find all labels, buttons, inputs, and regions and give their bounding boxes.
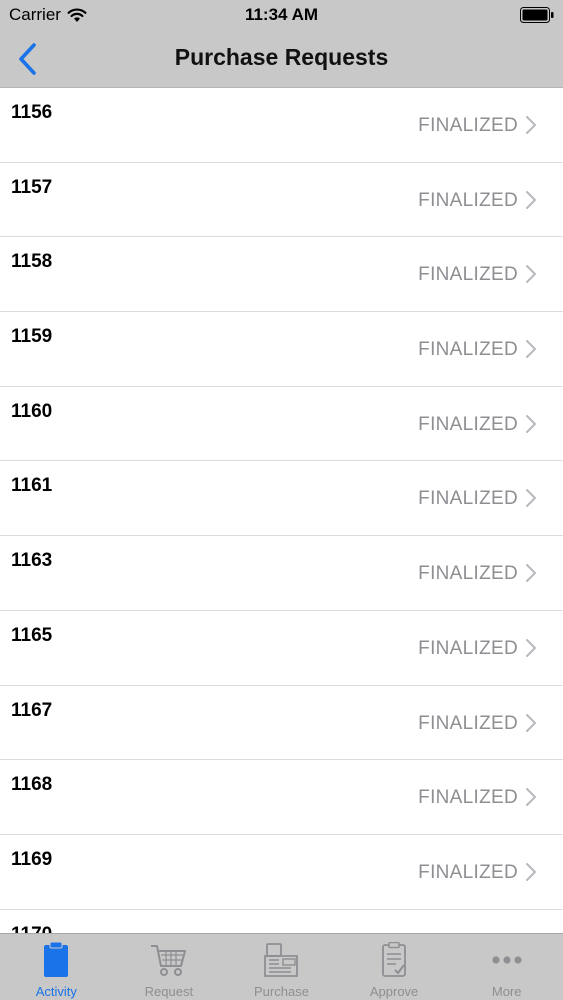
status-label: FINALIZED bbox=[418, 712, 518, 734]
tab-activity[interactable]: Activity bbox=[0, 934, 113, 1000]
chevron-right-icon bbox=[526, 190, 536, 209]
navigation-bar: Purchase Requests bbox=[0, 30, 563, 88]
tab-more[interactable]: More bbox=[450, 934, 563, 1000]
request-number: 1157 bbox=[11, 176, 53, 198]
checklist-icon bbox=[382, 942, 406, 977]
tab-purchase[interactable]: Purchase bbox=[225, 934, 338, 1000]
list-item[interactable]: 1161 FINALIZED bbox=[0, 461, 563, 537]
status-label: FINALIZED bbox=[418, 413, 518, 435]
chevron-right-icon bbox=[526, 862, 536, 881]
request-number: 1159 bbox=[11, 326, 53, 348]
chevron-right-icon bbox=[526, 564, 536, 583]
tab-label: Approve bbox=[369, 984, 419, 999]
clipboard-icon bbox=[44, 942, 69, 977]
purchase-request-list[interactable]: 1156 FINALIZED 1157 FINALIZED 1158 FINALIZED 1… bbox=[0, 88, 563, 933]
request-number: 1165 bbox=[11, 624, 53, 646]
chevron-right-icon bbox=[526, 414, 536, 433]
page-title: Purchase Requests bbox=[174, 44, 389, 70]
request-number: 1160 bbox=[11, 400, 53, 422]
request-number: 1163 bbox=[11, 550, 53, 572]
battery-icon bbox=[520, 7, 554, 23]
request-number: 1168 bbox=[11, 774, 53, 796]
list-item[interactable]: 1165 FINALIZED bbox=[0, 610, 563, 686]
tab-label: Purchase bbox=[254, 984, 309, 999]
request-number: 1161 bbox=[11, 475, 53, 497]
chevron-right-icon bbox=[526, 713, 536, 732]
status-time: 11:34 AM bbox=[244, 5, 319, 24]
request-number: 1170 bbox=[11, 924, 52, 933]
chevron-right-icon bbox=[526, 340, 536, 359]
request-number: 1169 bbox=[11, 848, 53, 870]
request-number: 1158 bbox=[11, 251, 53, 273]
status-bar: Carrier 11:34 AM bbox=[0, 0, 563, 30]
list-item[interactable]: 1156 FINALIZED bbox=[0, 88, 563, 163]
request-number: 1156 bbox=[11, 102, 53, 123]
tab-label: More bbox=[491, 984, 522, 999]
chevron-right-icon bbox=[526, 788, 536, 807]
status-label: FINALIZED bbox=[418, 861, 518, 883]
chevron-right-icon bbox=[526, 638, 536, 657]
status-label: FINALIZED bbox=[418, 115, 518, 136]
tab-approve[interactable]: Approve bbox=[338, 934, 451, 1000]
list-item[interactable]: 1169 FINALIZED bbox=[0, 834, 563, 910]
chevron-right-icon bbox=[526, 116, 536, 134]
cash-register-icon bbox=[264, 943, 299, 977]
status-label: FINALIZED bbox=[418, 787, 518, 809]
list-item[interactable]: 1168 FINALIZED bbox=[0, 760, 563, 835]
status-label: FINALIZED bbox=[418, 563, 518, 585]
list-item[interactable]: 1170 bbox=[0, 909, 563, 933]
list-item[interactable]: 1157 FINALIZED bbox=[0, 162, 563, 238]
request-number: 1167 bbox=[11, 699, 53, 721]
status-label: FINALIZED bbox=[418, 488, 518, 510]
more-icon bbox=[492, 956, 522, 964]
list-item[interactable]: 1159 FINALIZED bbox=[0, 312, 563, 387]
status-label: FINALIZED bbox=[418, 264, 518, 286]
status-label: FINALIZED bbox=[418, 189, 518, 211]
tab-bar: Activity Request Purchase Approve More bbox=[0, 933, 563, 1000]
list-item[interactable]: 1160 FINALIZED bbox=[0, 386, 563, 462]
cart-icon bbox=[150, 945, 186, 976]
list-item[interactable]: 1163 FINALIZED bbox=[0, 536, 563, 611]
chevron-right-icon bbox=[526, 489, 536, 508]
tab-label: Activity bbox=[35, 984, 77, 999]
chevron-right-icon bbox=[526, 265, 536, 284]
tab-request[interactable]: Request bbox=[113, 934, 226, 1000]
list-item[interactable]: 1167 FINALIZED bbox=[0, 685, 563, 761]
status-label: FINALIZED bbox=[418, 637, 518, 659]
list-item[interactable]: 1158 FINALIZED bbox=[0, 237, 563, 313]
status-label: FINALIZED bbox=[418, 339, 518, 361]
tab-label: Request bbox=[144, 984, 194, 999]
